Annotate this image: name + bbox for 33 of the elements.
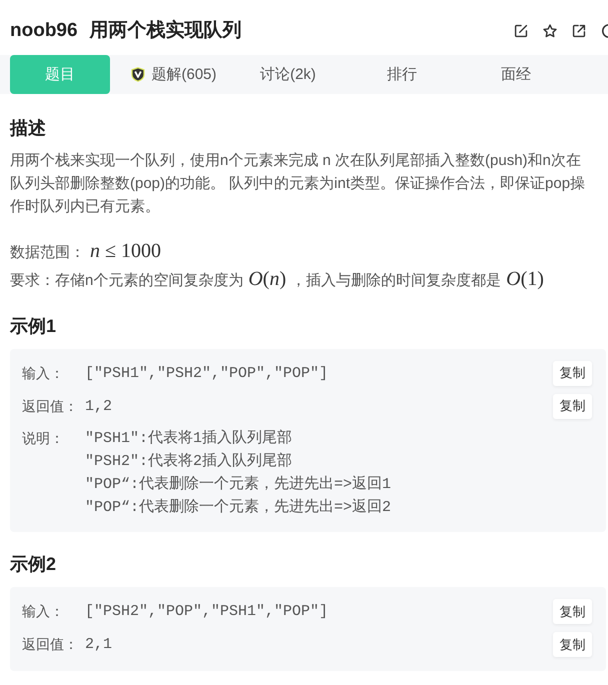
copy-button[interactable]: 复制 [553,599,592,624]
tab[interactable]: 讨论(2k) [238,55,338,94]
copy-button[interactable]: 复制 [553,360,592,386]
field-label: 输入： [22,364,65,382]
section-heading: 描述 [10,117,47,140]
tab[interactable]: 题解(605) [124,55,224,94]
explanation-line: "POP“:代表删除一个元素，先进先出=>返回2 [85,498,392,518]
explanation-line: "POP“:代表删除一个元素，先进先出=>返回1 [85,474,392,494]
tab[interactable]: 排行 [352,55,452,94]
explanation-line: "PSH1":代表将1插入队列尾部 [85,428,294,448]
problem-id: noob96 [10,18,78,42]
star-icon[interactable] [543,24,557,38]
shield-icon [131,67,146,82]
tab[interactable]: 面经 [466,55,566,94]
problem-title: 用两个栈实现队列 [90,18,242,42]
copy-button[interactable]: 复制 [553,394,592,418]
code-value: ["PSH2","POP","PSH1","POP"] [85,603,328,620]
edit-icon[interactable] [514,24,528,38]
section-heading: 示例2 [10,553,58,576]
copy-button[interactable]: 复制 [553,632,592,657]
code-value: 1,2 [85,398,112,414]
field-label: 返回值： [22,635,79,654]
description-text: 用两个栈来实现一个队列，使用n个元素来完成 n 次在队列尾部插入整数(push)和n次在队列头部删除整数(pop)的功能。 队列中的元素为int类型。保证操作合法，即保证pop操作时队列内已有元素。 [10,150,586,216]
description-text: 数据范围： n ≤ 1000 [10,238,162,264]
code-value: ["PSH1","PSH2","POP","POP"] [85,364,328,382]
explanation-line: "PSH2":代表将2插入队列尾部 [85,452,294,472]
code-value: 2,1 [85,636,112,653]
field-label: 说明： [22,428,65,448]
external-link-icon[interactable] [572,24,586,38]
field-label: 输入： [22,602,65,621]
description-text: 要求：存储n个元素的空间复杂度为 O(n) ，插入与删除的时间复杂度都是 O(1) [10,266,545,292]
section-heading: 示例1 [10,314,58,338]
field-label: 返回值： [22,396,79,416]
